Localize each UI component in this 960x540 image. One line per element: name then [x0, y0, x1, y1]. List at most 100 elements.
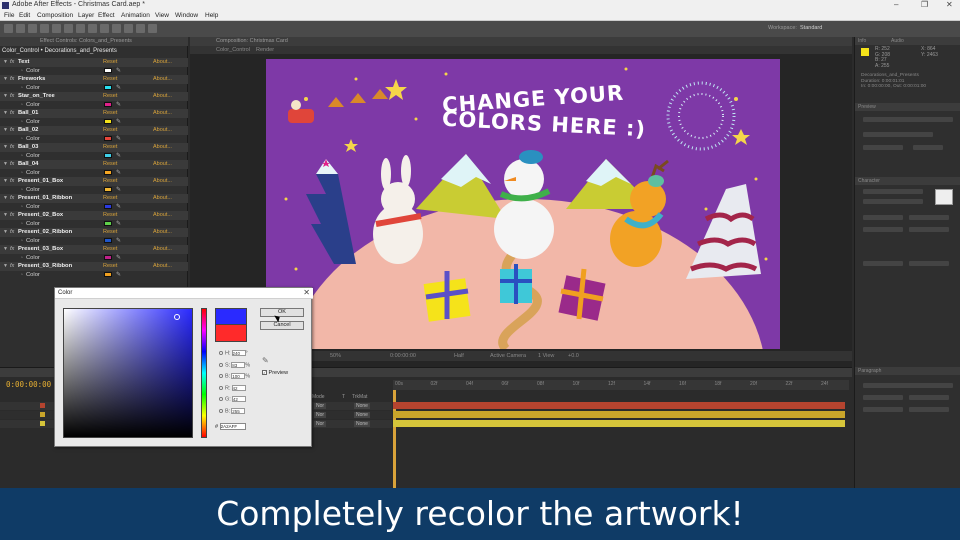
selection-tool-icon[interactable] — [4, 24, 13, 33]
effect-row[interactable]: ▼ fx Text Reset About... — [0, 58, 188, 67]
leading-field[interactable] — [909, 215, 949, 220]
stopwatch-icon[interactable]: ◔ — [20, 85, 23, 91]
expand-triangle-icon[interactable]: ▼ — [3, 127, 8, 133]
eyedropper-icon[interactable]: ✎ — [262, 356, 269, 365]
color-swatch[interactable] — [104, 102, 112, 107]
menu-animation[interactable]: Animation — [121, 12, 150, 19]
timeline-timecode[interactable]: 0:00:00:00 — [6, 380, 51, 389]
eyedropper-icon[interactable]: ✎ — [116, 237, 121, 244]
color-mode-radio[interactable] — [219, 397, 223, 401]
effect-row[interactable]: ▼ fx Ball_03 Reset About... — [0, 143, 188, 152]
effect-row[interactable]: ▼ fx Present_03_Box Reset About... — [0, 245, 188, 254]
cancel-button[interactable]: Cancel — [260, 321, 304, 330]
layer-label-color[interactable] — [40, 412, 45, 417]
color-field-input[interactable]: 42 — [231, 384, 246, 391]
about-link[interactable]: About... — [153, 229, 172, 235]
effect-row[interactable]: ▼ fx Ball_01 Reset About... — [0, 109, 188, 118]
eyedropper-icon[interactable]: ✎ — [116, 254, 121, 261]
fx-toggle-icon[interactable]: fx — [10, 246, 14, 252]
saturation-brightness-field[interactable] — [63, 308, 193, 438]
fx-toggle-icon[interactable]: fx — [10, 229, 14, 235]
color-swatch[interactable] — [104, 85, 112, 90]
expand-triangle-icon[interactable]: ▼ — [3, 212, 8, 218]
menu-help[interactable]: Help — [205, 12, 218, 19]
eyedropper-icon[interactable]: ✎ — [116, 271, 121, 278]
stopwatch-icon[interactable]: ◔ — [20, 136, 23, 142]
about-link[interactable]: About... — [153, 144, 172, 150]
space-after-field[interactable] — [909, 407, 949, 412]
about-link[interactable]: About... — [153, 246, 172, 252]
eyedropper-icon[interactable]: ✎ — [116, 203, 121, 210]
fx-toggle-icon[interactable]: fx — [10, 76, 14, 82]
vertical-scale-field[interactable] — [863, 261, 903, 266]
expand-triangle-icon[interactable]: ▼ — [3, 178, 8, 184]
fx-toggle-icon[interactable]: fx — [10, 59, 14, 65]
color-field-input[interactable]: 100 — [231, 373, 246, 379]
stamp-tool-icon[interactable] — [112, 24, 121, 33]
stopwatch-icon[interactable]: ◔ — [20, 187, 23, 193]
eraser-tool-icon[interactable] — [124, 24, 133, 33]
subtab-render[interactable]: Render — [256, 47, 274, 53]
tab-character[interactable]: Character — [858, 178, 880, 184]
menu-layer[interactable]: Layer — [78, 12, 94, 19]
about-link[interactable]: About... — [153, 178, 172, 184]
workspace-select[interactable]: Standard — [800, 25, 822, 31]
pan-behind-tool-icon[interactable] — [64, 24, 73, 33]
tab-effect-controls[interactable]: Effect Controls: Colors_and_Presents — [40, 38, 132, 44]
color-field-input[interactable]: 83 — [231, 361, 246, 368]
effect-row[interactable]: ▼ fx Present_01_Ribbon Reset About... — [0, 194, 188, 203]
expand-triangle-icon[interactable]: ▼ — [3, 246, 8, 252]
about-link[interactable]: About... — [153, 263, 172, 269]
menu-effect[interactable]: Effect — [98, 12, 115, 19]
stopwatch-icon[interactable]: ◔ — [20, 119, 23, 125]
menu-view[interactable]: View — [155, 12, 169, 19]
hue-slider[interactable] — [201, 308, 207, 438]
views-count-select[interactable]: 1 View — [538, 353, 554, 359]
about-link[interactable]: About... — [153, 93, 172, 99]
paragraph-align-buttons[interactable] — [863, 383, 953, 388]
color-mode-radio[interactable] — [219, 408, 223, 413]
close-button[interactable]: ✕ — [946, 0, 953, 9]
fill-color-swatch[interactable] — [935, 189, 953, 205]
indent-left-field[interactable] — [863, 395, 903, 400]
layer-label-color[interactable] — [40, 421, 45, 426]
effect-row[interactable]: ▼ fx Present_03_Ribbon Reset About... — [0, 262, 188, 271]
color-swatch[interactable] — [104, 255, 112, 260]
resolution-select[interactable]: Half — [454, 353, 464, 359]
color-swatch[interactable] — [104, 204, 112, 209]
color-mode-radio[interactable] — [219, 385, 223, 390]
layer-duration-bar[interactable] — [393, 402, 845, 409]
maximize-button[interactable]: ❐ — [921, 0, 928, 9]
tab-info[interactable]: Info — [858, 38, 866, 44]
effect-row[interactable]: ▼ fx Ball_04 Reset About... — [0, 160, 188, 169]
zoom-select[interactable]: 50% — [330, 353, 341, 359]
about-link[interactable]: About... — [153, 76, 172, 82]
tab-paragraph[interactable]: Paragraph — [858, 368, 881, 374]
reset-link[interactable]: Reset — [103, 246, 117, 252]
font-size-field[interactable] — [863, 215, 903, 220]
menu-composition[interactable]: Composition — [37, 12, 73, 19]
fx-toggle-icon[interactable]: fx — [10, 195, 14, 201]
reset-link[interactable]: Reset — [103, 195, 117, 201]
color-swatch[interactable] — [104, 153, 112, 158]
effect-row[interactable]: ▼ fx Star_on_Tree Reset About... — [0, 92, 188, 101]
fx-toggle-icon[interactable]: fx — [10, 212, 14, 218]
reset-link[interactable]: Reset — [103, 263, 117, 269]
expand-triangle-icon[interactable]: ▼ — [3, 93, 8, 99]
about-link[interactable]: About... — [153, 110, 172, 116]
resolution-field[interactable] — [913, 145, 943, 150]
effect-row[interactable]: ▼ fx Present_01_Box Reset About... — [0, 177, 188, 186]
layer-duration-bar[interactable] — [393, 420, 845, 427]
eyedropper-icon[interactable]: ✎ — [116, 84, 121, 91]
effect-row[interactable]: ▼ fx Fireworks Reset About... — [0, 75, 188, 84]
stopwatch-icon[interactable]: ◔ — [20, 102, 23, 108]
christmas-card-artwork[interactable]: CHANGE YOUR COLORS HERE :) — [266, 59, 780, 349]
frame-rate-field[interactable] — [863, 145, 903, 150]
color-mode-radio[interactable] — [219, 362, 223, 367]
puppet-tool-icon[interactable] — [148, 24, 157, 33]
effect-row[interactable]: ▼ fx Ball_02 Reset About... — [0, 126, 188, 135]
stopwatch-icon[interactable]: ◔ — [20, 204, 23, 210]
menu-edit[interactable]: Edit — [19, 12, 30, 19]
reset-link[interactable]: Reset — [103, 93, 117, 99]
ok-button[interactable]: OK — [260, 308, 304, 317]
